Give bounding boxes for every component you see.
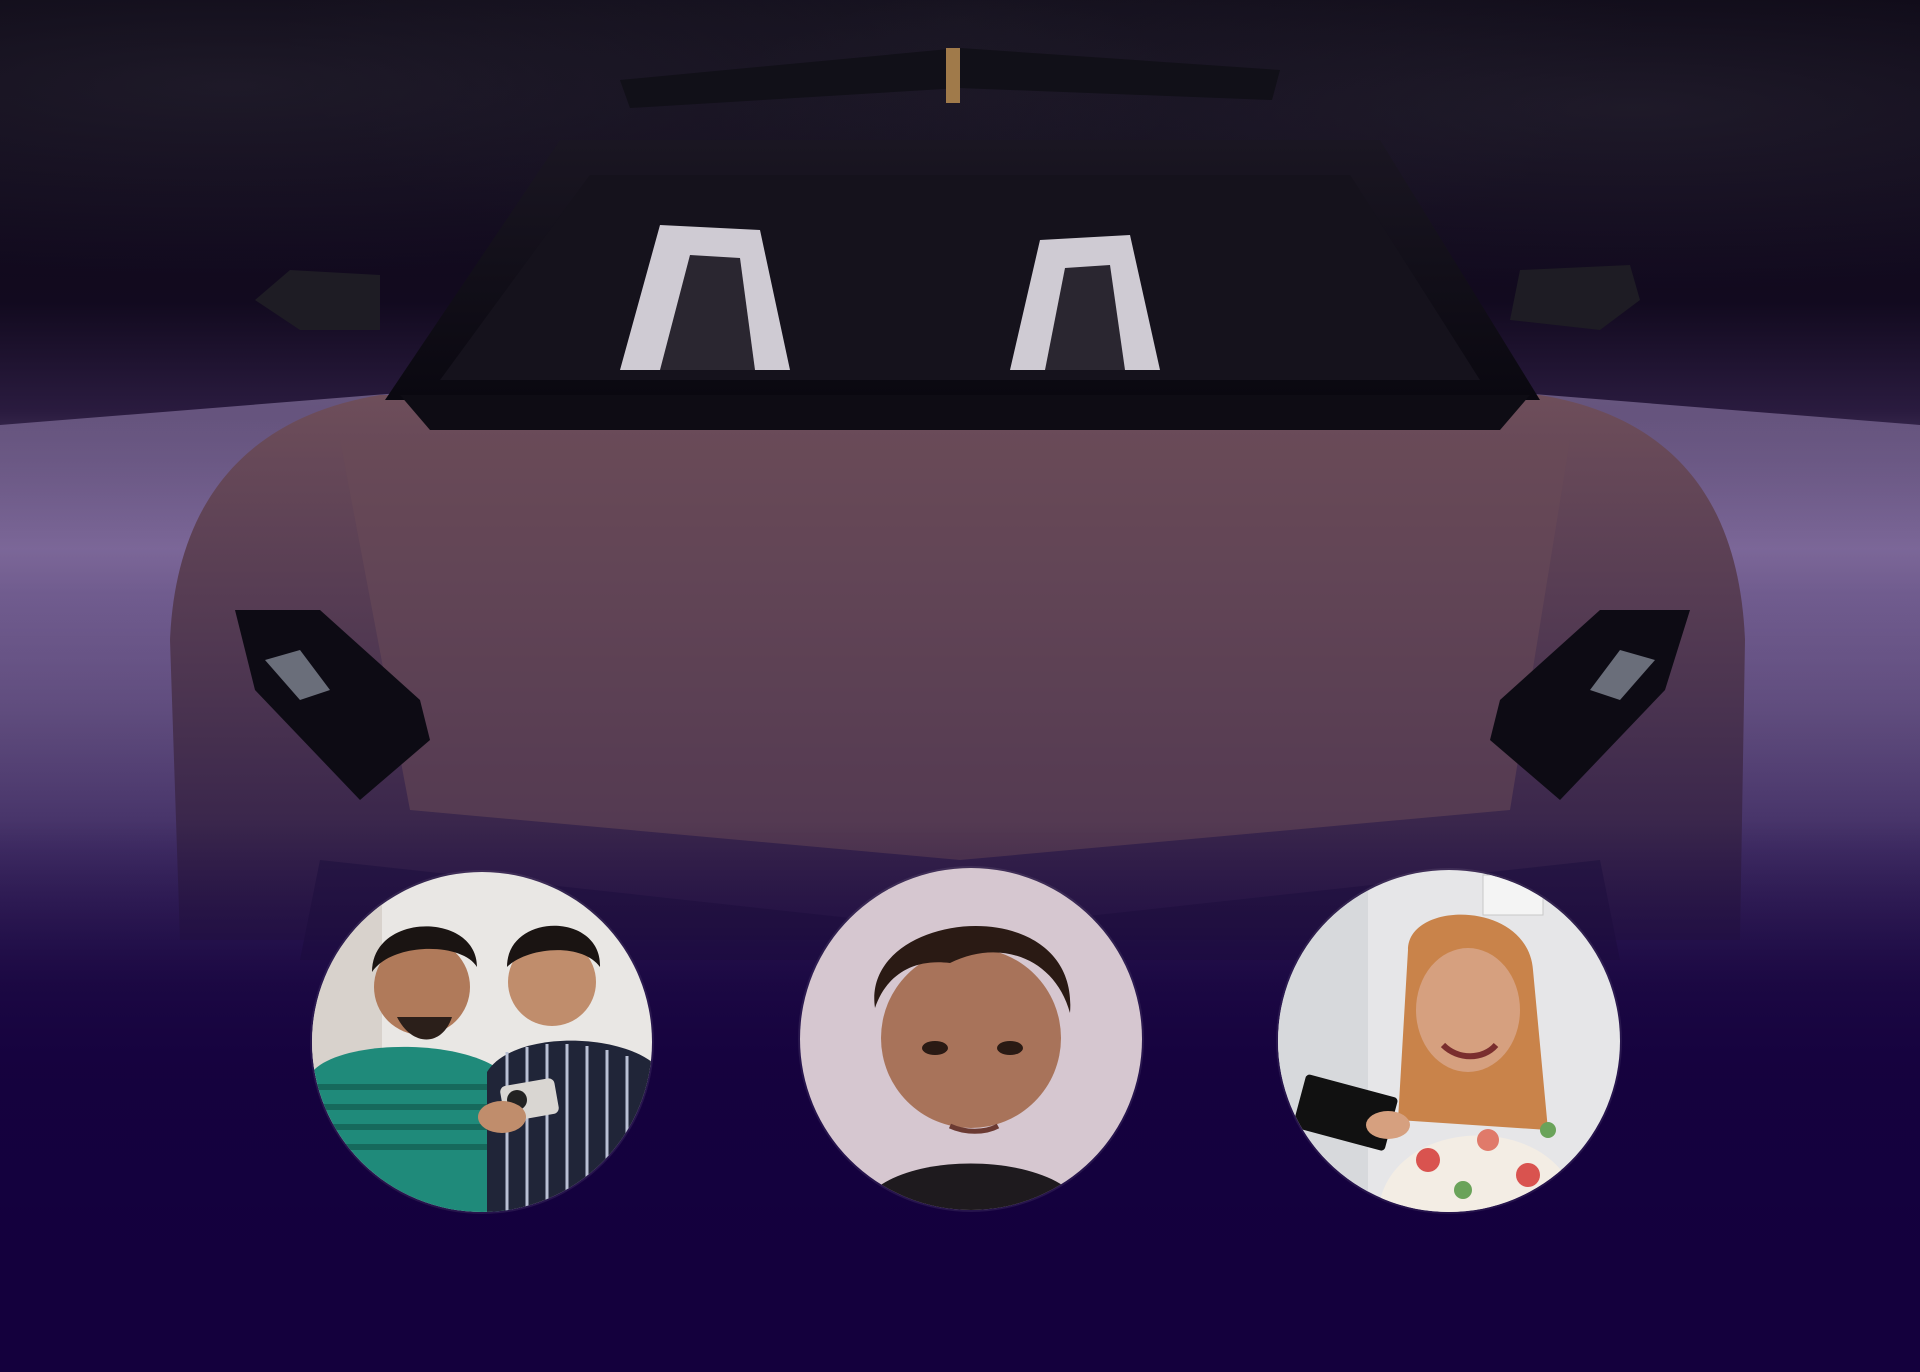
avatar-two-men-with-phone-icon: [312, 872, 652, 1212]
avatar-woman-reading-icon: [1278, 870, 1620, 1212]
creator-avatar-woman[interactable]: [1278, 870, 1620, 1212]
creator-avatar-duo[interactable]: [312, 872, 652, 1212]
hero-stage: [0, 0, 1920, 1372]
creator-avatar-teen[interactable]: [800, 868, 1142, 1210]
creator-avatars: [0, 0, 1920, 1372]
avatar-young-man-icon: [800, 868, 1142, 1210]
